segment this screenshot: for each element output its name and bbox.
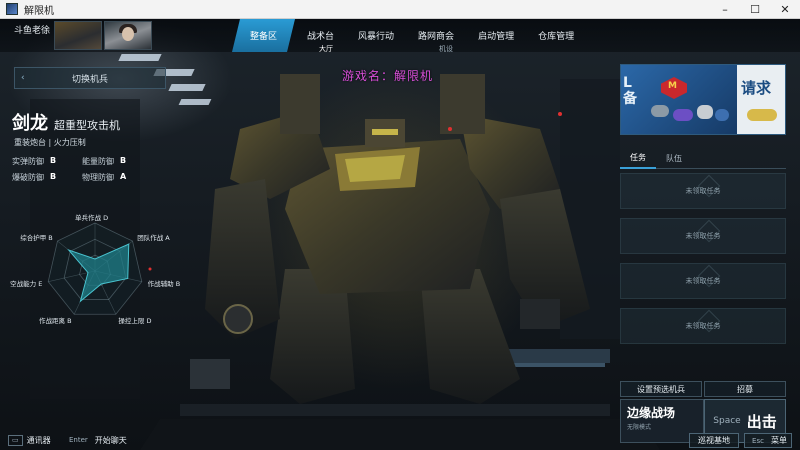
bottom-bar: ▭ 通讯器 Enter 开始聊天 巡视基地 Esc 菜单 — [0, 430, 800, 450]
sub-nav: 大厅 机设 — [296, 44, 536, 54]
chevron-left-icon: ‹ — [21, 73, 25, 83]
window-titlebar: 解限机 – ☐ ✕ — [0, 0, 800, 19]
coin-icon — [747, 109, 777, 121]
switch-mech-label: 切换机兵 — [71, 74, 108, 85]
defense-stat: 爆破防御 B — [12, 172, 57, 182]
radar-label: 操控上限 D — [118, 316, 152, 325]
radar-label: 作战距离 B — [39, 316, 72, 325]
deploy-label: 出击 — [746, 412, 777, 431]
task-slot[interactable]: 未领取任务 — [620, 263, 786, 299]
menu-button[interactable]: Esc 菜单 — [744, 433, 792, 448]
promo-banner[interactable]: L 备 M 请求 — [620, 64, 786, 135]
set-preset-mech-button[interactable]: 设置预选机兵 — [620, 381, 702, 397]
right-tabs: 任务 队伍 — [620, 149, 786, 169]
defense-stat: 实弹防御 B — [12, 156, 57, 166]
esc-key-hint: Esc — [752, 436, 764, 445]
banner-logo-text: M — [668, 81, 677, 91]
mech-tags: 重装炮台 | 火力压制 — [14, 138, 86, 147]
app-icon — [6, 3, 18, 15]
chat-hint[interactable]: Enter 开始聊天 — [66, 433, 127, 447]
mech-name-row: 剑龙 超重型攻击机 — [12, 109, 120, 135]
comms-hint[interactable]: ▭ 通讯器 — [8, 433, 51, 447]
patrol-base-button[interactable]: 巡视基地 — [689, 433, 739, 448]
defense-stats: 实弹防御 B 能量防御 B 爆破防御 B 物理防御 A — [12, 156, 152, 183]
radar-label: 空战能力 E — [10, 280, 43, 289]
game-scene: 斗鱼老徐 整备区 战术台 风暴行动 路网商会 启动管理 仓库管理 大厅 机设 游… — [0, 19, 800, 450]
radar-label: 综合护甲 B — [20, 234, 53, 243]
mode-name: 边缘战场 — [627, 406, 676, 420]
banner-cta-area — [737, 65, 785, 134]
enter-key-hint: Enter — [69, 436, 88, 444]
close-button[interactable]: ✕ — [770, 0, 800, 18]
banner-art — [621, 65, 737, 134]
capability-radar: 单兵作战 D 团队作战 A 作战辅助 B 操控上限 D 作战距离 B 空战能力 … — [0, 209, 190, 339]
pilot-avatar[interactable] — [104, 21, 152, 50]
chat-label: 开始聊天 — [94, 435, 127, 445]
top-bar: 斗鱼老徐 整备区 战术台 风暴行动 路网商会 启动管理 仓库管理 大厅 机设 — [0, 19, 800, 54]
preset-row: 设置预选机兵 招募 — [620, 381, 786, 397]
tab-equipment[interactable]: 整备区 — [232, 19, 295, 52]
deploy-key-hint: Space — [713, 416, 741, 426]
task-slot[interactable]: 未领取任务 — [620, 308, 786, 344]
banner-edge-text: L 备 — [623, 75, 637, 107]
switch-mech-button[interactable]: ‹ 切换机兵 — [14, 67, 166, 89]
banner-cta-text: 请求 — [741, 79, 772, 97]
tab-tasks[interactable]: 任务 — [620, 149, 656, 169]
defense-stat: 能量防御 B — [82, 156, 127, 166]
task-slot[interactable]: 未领取任务 — [620, 218, 786, 254]
subtab-lobby[interactable]: 大厅 — [296, 44, 356, 54]
keyboard-icon: ▭ — [8, 434, 23, 446]
radar-label: 团队作战 A — [137, 234, 170, 243]
comms-label: 通讯器 — [26, 435, 51, 445]
subtab-blank[interactable] — [356, 44, 416, 54]
subtab-mech-setup[interactable]: 机设 — [416, 44, 476, 54]
pilot-face — [122, 27, 134, 41]
player-name[interactable]: 斗鱼老徐 — [14, 23, 50, 36]
recruit-button[interactable]: 招募 — [704, 381, 786, 397]
radar-label: 作战辅助 B — [147, 280, 181, 289]
mech-class: 超重型攻击机 — [54, 119, 120, 132]
minimize-button[interactable]: – — [710, 0, 740, 18]
defense-stat: 物理防御 A — [82, 172, 127, 182]
overlay-game-title: 游戏名：解限机 — [342, 69, 434, 83]
item-icon — [697, 105, 713, 119]
task-list: 未领取任务 未领取任务 未领取任务 未领取任务 — [620, 173, 786, 353]
item-icon — [673, 109, 693, 121]
item-icon — [715, 109, 729, 121]
item-icon — [651, 105, 669, 117]
task-slot[interactable]: 未领取任务 — [620, 173, 786, 209]
window-title: 解限机 — [24, 5, 54, 17]
tab-team[interactable]: 队伍 — [656, 149, 692, 169]
radar-label: 单兵作战 D — [75, 214, 109, 222]
mech-avatar[interactable] — [54, 21, 102, 50]
maximize-button[interactable]: ☐ — [740, 0, 770, 18]
mech-name: 剑龙 — [12, 113, 48, 134]
subtab-blank[interactable] — [476, 44, 536, 54]
